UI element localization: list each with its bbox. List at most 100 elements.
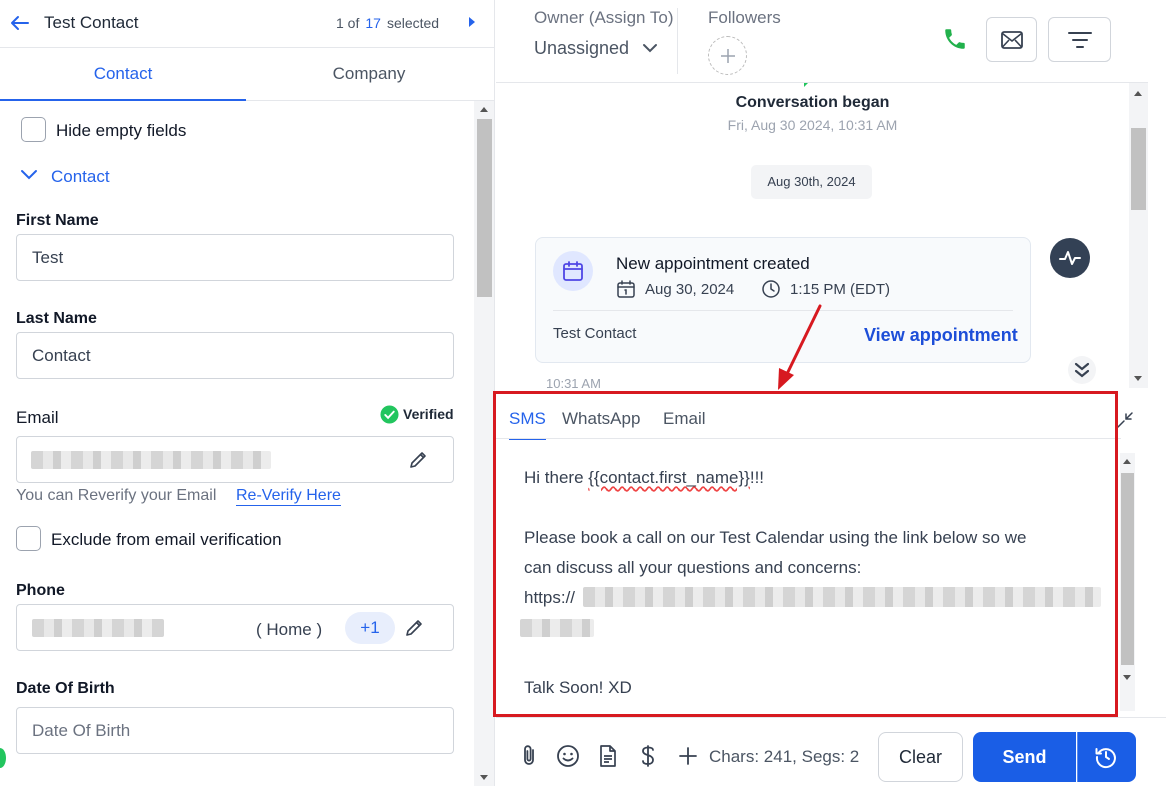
character-count: Chars: 241, Segs: 2 [709, 747, 860, 766]
exclude-verification-label: Exclude from email verification [51, 530, 282, 549]
last-name-field[interactable]: Contact [16, 332, 454, 379]
email-label: Email [16, 408, 59, 427]
email-field[interactable] [16, 436, 454, 483]
message-signoff: Talk Soon! XD [524, 678, 632, 697]
conversation-began-date: Fri, Aug 30 2024, 10:31 AM [727, 117, 898, 133]
appointment-contact: Test Contact [553, 325, 637, 342]
send-split-divider [1077, 732, 1078, 782]
dollar-icon[interactable] [636, 744, 660, 768]
dob-field[interactable]: Date Of Birth [16, 707, 454, 754]
chat-bubble-icon [804, 83, 808, 87]
plus-icon [721, 49, 735, 63]
back-arrow-icon[interactable] [8, 12, 30, 34]
collapse-icon[interactable] [1116, 411, 1134, 429]
owner-dropdown[interactable]: Unassigned [534, 38, 629, 59]
conversation-scrollbar[interactable] [1129, 83, 1148, 388]
left-scrollbar[interactable] [474, 101, 494, 786]
pager-prefix: 1 of [336, 15, 360, 31]
chevron-down-icon[interactable] [642, 40, 658, 56]
phone-icon[interactable] [942, 26, 968, 52]
phone-country-code[interactable]: +1 [345, 612, 395, 644]
verified-label: Verified [403, 406, 454, 422]
attachment-icon[interactable] [517, 744, 541, 768]
contact-form: Hide empty fields Contact First Name Tes… [0, 101, 474, 786]
email-button[interactable] [986, 17, 1037, 62]
next-contact-icon[interactable] [466, 14, 478, 30]
scroll-to-bottom-button[interactable] [1068, 356, 1096, 384]
header-divider [677, 8, 678, 74]
scroll-up-arrow[interactable] [480, 107, 488, 112]
phone-label: Phone [16, 582, 65, 599]
edit-phone-icon[interactable] [404, 618, 424, 638]
first-name-label: First Name [16, 212, 99, 229]
tab-email[interactable]: Email [663, 409, 706, 429]
phone-type[interactable]: ( Home ) [256, 620, 322, 640]
scroll-thumb[interactable] [477, 119, 492, 297]
scroll-down-arrow[interactable] [1123, 675, 1131, 680]
emoji-icon[interactable] [556, 744, 580, 768]
appointment-date: Aug 30, 2024 [645, 281, 735, 298]
message-timestamp: 10:31 AM [546, 376, 601, 388]
filter-icon [1068, 32, 1092, 48]
scroll-thumb[interactable] [1131, 128, 1146, 210]
schedule-send-button[interactable] [1077, 732, 1136, 782]
section-title-contact[interactable]: Contact [51, 167, 110, 187]
url-prefix: https:// [524, 588, 576, 607]
owner-label: Owner (Assign To) [534, 8, 674, 27]
reverify-text: You can Reverify your Email [16, 487, 217, 504]
appointment-card: New appointment created Aug 30, 2024 1:1… [535, 237, 1031, 363]
calendar-icon [563, 261, 583, 281]
scroll-up-arrow[interactable] [1134, 91, 1142, 96]
view-appointment-link[interactable]: View appointment [864, 325, 1018, 346]
add-follower-button[interactable] [708, 36, 747, 75]
pager-count: 17 [365, 15, 381, 31]
url-redacted [583, 587, 1101, 607]
greeting-prefix: Hi there [524, 468, 589, 487]
contact-tabs: Contact Company [0, 48, 494, 101]
scroll-up-arrow[interactable] [1123, 459, 1131, 464]
scroll-down-arrow[interactable] [480, 775, 488, 780]
tab-contact[interactable]: Contact [0, 48, 246, 101]
appointment-time: 1:15 PM (EDT) [790, 281, 891, 298]
send-button[interactable]: Send [973, 732, 1076, 782]
followers-label: Followers [708, 8, 781, 27]
conversation-header: Owner (Assign To) Unassigned Followers [496, 0, 1148, 83]
plus-icon[interactable] [676, 744, 700, 768]
mail-icon [1001, 31, 1023, 49]
scroll-down-arrow[interactable] [1134, 376, 1142, 381]
double-chevron-down-icon [1074, 362, 1090, 378]
template-icon[interactable] [596, 744, 620, 768]
edit-email-icon[interactable] [408, 450, 428, 470]
first-name-field[interactable]: Test [16, 234, 454, 281]
chevron-down-icon[interactable] [20, 168, 38, 182]
contact-topbar: Test Contact 1 of 17 selected [0, 0, 494, 48]
conversation-panel: Owner (Assign To) Unassigned Followers C… [496, 0, 1166, 786]
contact-details-panel: Test Contact 1 of 17 selected Contact Comp… [0, 0, 495, 786]
tab-sms[interactable]: SMS [509, 409, 546, 440]
scroll-thumb[interactable] [1121, 473, 1134, 665]
clear-button[interactable]: Clear [878, 732, 963, 782]
tab-whatsapp[interactable]: WhatsApp [562, 409, 640, 429]
url-redacted-cont [520, 619, 594, 637]
message-scrollbar[interactable] [1120, 453, 1135, 711]
message-composer: SMS WhatsApp Email Hi there {{contact.fi… [496, 391, 1148, 717]
conversation-began-title: Conversation began [735, 94, 890, 111]
contact-title: Test Contact [44, 13, 139, 32]
composer-toolbar: Chars: 241, Segs: 2 Clear Send [496, 717, 1166, 786]
date-separator: Aug 30th, 2024 [751, 165, 872, 199]
hide-empty-checkbox[interactable] [21, 117, 46, 142]
filter-button[interactable] [1048, 17, 1111, 62]
dob-label: Date Of Birth [16, 680, 115, 697]
message-line-url-cont [520, 613, 1094, 643]
first-name-token: {{contact.first_name}} [588, 468, 750, 487]
conversation-thread: Conversation began Fri, Aug 30 2024, 10:… [496, 83, 1129, 388]
exclude-verification-checkbox[interactable] [16, 526, 41, 551]
selection-pager: 1 of 17 selected [336, 15, 439, 31]
appointment-calendar-badge [553, 251, 593, 291]
tab-company[interactable]: Company [246, 48, 492, 101]
reverify-link[interactable]: Re-Verify Here [236, 487, 341, 506]
message-textarea[interactable]: Hi there {{contact.first_name}}!!! Pleas… [520, 463, 1101, 703]
activity-pulse-icon [1059, 251, 1081, 265]
